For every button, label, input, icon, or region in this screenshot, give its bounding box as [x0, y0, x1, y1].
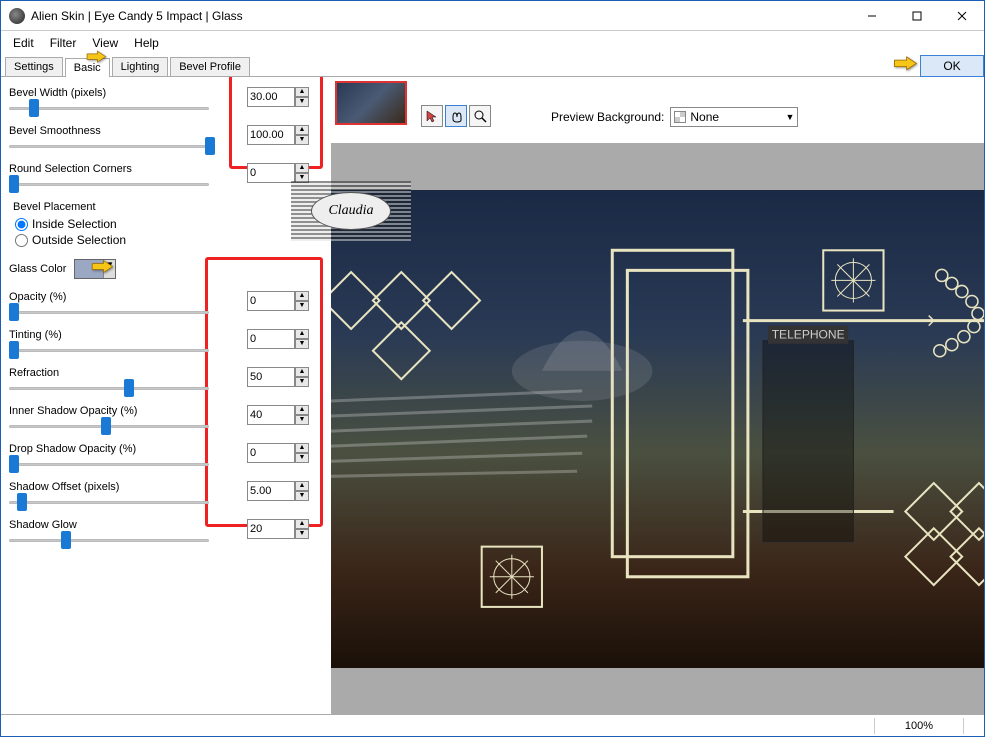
spin-down[interactable]: ▼: [295, 97, 309, 107]
radio-outside-selection[interactable]: [15, 234, 28, 247]
tool-zoom[interactable]: [469, 105, 491, 127]
preview-bg-select[interactable]: None ▼: [670, 107, 798, 127]
tab-bar: Settings Basic Lighting Bevel Profile: [1, 55, 984, 77]
input-bevel-smoothness[interactable]: [247, 125, 295, 145]
preview-image: TELEPHONE: [331, 190, 984, 668]
menu-edit[interactable]: Edit: [5, 32, 42, 54]
input-inner-shadow[interactable]: [247, 405, 295, 425]
svg-text:TELEPHONE: TELEPHONE: [772, 327, 845, 341]
input-round-corners[interactable]: [247, 163, 295, 183]
close-button[interactable]: [939, 1, 984, 30]
slider-shadow-offset[interactable]: [9, 497, 209, 507]
author-watermark: Claudia: [291, 181, 411, 241]
slider-refraction[interactable]: [9, 383, 209, 393]
slider-inner-shadow[interactable]: [9, 421, 209, 431]
param-round-corners: Round Selection Corners ▲▼: [9, 163, 323, 191]
ok-button[interactable]: OK: [920, 55, 984, 77]
ok-label: OK: [943, 59, 960, 73]
tab-basic[interactable]: Basic: [65, 58, 110, 77]
param-bevel-width: Bevel Width (pixels) ▲▼: [9, 87, 323, 115]
tool-pointer[interactable]: [421, 105, 443, 127]
radio-inside-selection[interactable]: [15, 218, 28, 231]
window-title: Alien Skin | Eye Candy 5 Impact | Glass: [31, 9, 849, 23]
preview-toolbar: [421, 105, 491, 127]
input-opacity[interactable]: [247, 291, 295, 311]
param-opacity: Opacity (%) ▲▼: [9, 291, 323, 319]
tab-bevel-profile[interactable]: Bevel Profile: [170, 57, 250, 76]
menu-view[interactable]: View: [84, 32, 126, 54]
menu-bar: Edit Filter View Help: [1, 31, 984, 55]
basic-panel: Bevel Width (pixels) ▲▼ Bevel Smoothness…: [1, 77, 331, 714]
content-area: Bevel Width (pixels) ▲▼ Bevel Smoothness…: [1, 77, 984, 714]
input-bevel-width[interactable]: [247, 87, 295, 107]
preview-panel: Preview Background: None ▼: [331, 77, 984, 714]
thumbnail-strip: Preview Background: None ▼: [331, 77, 984, 143]
param-tinting: Tinting (%) ▲▼: [9, 329, 323, 357]
status-bar: 100%: [1, 714, 984, 736]
param-glass-color: Glass Color ▼: [9, 259, 323, 279]
param-shadow-offset: Shadow Offset (pixels) ▲▼: [9, 481, 323, 509]
param-inner-shadow: Inner Shadow Opacity (%) ▲▼: [9, 405, 323, 433]
preview-bg-row: Preview Background: None ▼: [551, 107, 798, 127]
glass-color-swatch[interactable]: ▼: [74, 259, 116, 279]
bevel-placement-label: Bevel Placement: [13, 201, 323, 213]
slider-tinting[interactable]: [9, 345, 209, 355]
menu-filter[interactable]: Filter: [42, 32, 85, 54]
param-shadow-glow: Shadow Glow ▲▼: [9, 519, 323, 547]
slider-opacity[interactable]: [9, 307, 209, 317]
input-shadow-offset[interactable]: [247, 481, 295, 501]
tab-settings[interactable]: Settings: [5, 57, 63, 76]
param-refraction: Refraction ▲▼: [9, 367, 323, 395]
spin-up[interactable]: ▲: [295, 87, 309, 97]
minimize-button[interactable]: [849, 1, 894, 30]
annotation-pointer-color: [87, 256, 117, 280]
slider-shadow-glow[interactable]: [9, 535, 209, 545]
slider-bevel-width[interactable]: [9, 103, 209, 113]
annotation-pointer-ok: [885, 52, 925, 78]
input-refraction[interactable]: [247, 367, 295, 387]
maximize-button[interactable]: [894, 1, 939, 30]
tool-hand[interactable]: [445, 105, 467, 127]
tab-lighting[interactable]: Lighting: [112, 57, 169, 76]
param-bevel-smoothness: Bevel Smoothness ▲▼: [9, 125, 323, 153]
menu-help[interactable]: Help: [126, 32, 167, 54]
input-shadow-glow[interactable]: [247, 519, 295, 539]
slider-drop-shadow[interactable]: [9, 459, 209, 469]
checker-icon: [674, 111, 686, 123]
zoom-level[interactable]: 100%: [874, 718, 964, 734]
chevron-down-icon: ▼: [785, 112, 794, 122]
input-tinting[interactable]: [247, 329, 295, 349]
input-drop-shadow[interactable]: [247, 443, 295, 463]
app-icon: [9, 8, 25, 24]
preview-thumbnail[interactable]: [335, 81, 407, 125]
preview-overlay: TELEPHONE: [331, 190, 984, 670]
preview-viewport[interactable]: TELEPHONE: [331, 143, 984, 714]
slider-round-corners[interactable]: [9, 179, 209, 189]
preview-bg-label: Preview Background:: [551, 110, 664, 124]
title-bar: Alien Skin | Eye Candy 5 Impact | Glass: [1, 1, 984, 31]
slider-bevel-smoothness[interactable]: [9, 141, 209, 151]
param-drop-shadow: Drop Shadow Opacity (%) ▲▼: [9, 443, 323, 471]
